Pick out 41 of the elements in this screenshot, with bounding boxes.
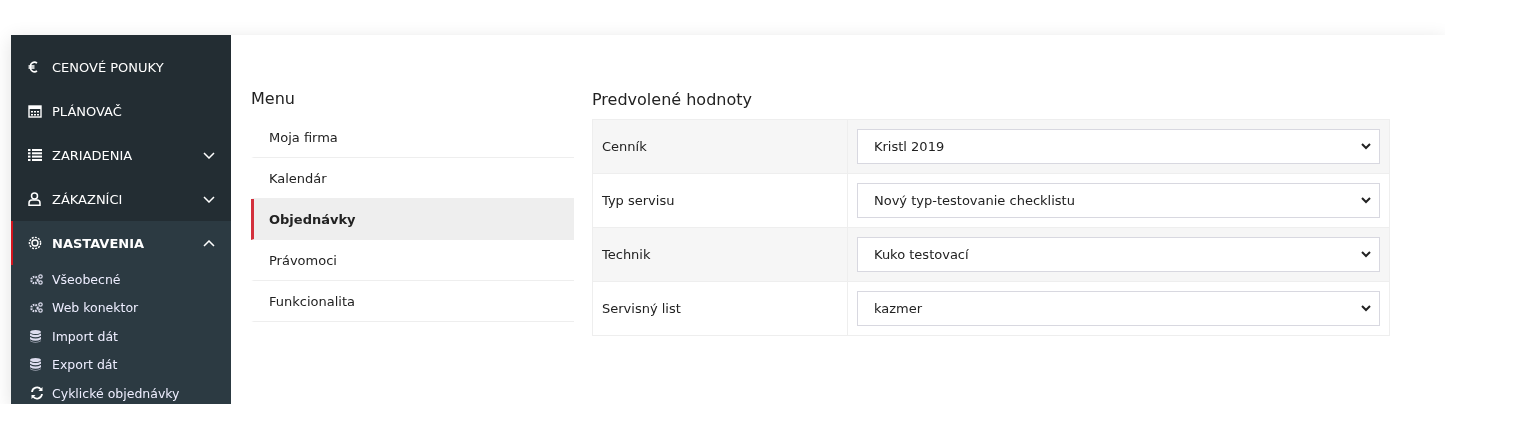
menu-item[interactable]: Právomoci — [251, 240, 574, 281]
database-icon — [30, 358, 41, 372]
list-icon — [28, 149, 42, 161]
chevron-icon — [203, 195, 215, 203]
caret-icon — [1361, 143, 1371, 150]
menu-item[interactable]: Funkcionalita — [251, 281, 574, 322]
menu-item[interactable]: Moja firma — [251, 117, 574, 158]
sidebar-item[interactable]: CENOVÉ PONUKY — [11, 45, 231, 89]
euro-icon — [28, 61, 38, 73]
calendar-icon — [28, 104, 42, 118]
field-label: Cenník — [593, 120, 848, 173]
sidebar-item[interactable]: ZÁKAZNÍCI — [11, 177, 231, 221]
refresh-icon — [30, 386, 44, 401]
gears-icon — [30, 273, 43, 285]
caret-icon — [1361, 305, 1371, 312]
field-label: Servisný list — [593, 282, 848, 335]
select-field[interactable]: kazmer — [857, 291, 1380, 326]
field-label: Typ servisu — [593, 174, 848, 227]
sidebar-subitem[interactable]: Web konektor — [11, 293, 231, 322]
sidebar-item[interactable]: NASTAVENIA — [11, 221, 231, 265]
select-field[interactable]: Nový typ-testovanie checklistu — [857, 183, 1380, 218]
chevron-icon — [203, 239, 215, 247]
sidebar-subitem[interactable]: Všeobecné — [11, 265, 231, 294]
caret-icon — [1361, 197, 1371, 204]
field-label: Technik — [593, 228, 848, 281]
gear-icon — [28, 236, 42, 250]
sidebar-item[interactable]: PLÁNOVAČ — [11, 89, 231, 133]
caret-icon — [1361, 251, 1371, 258]
sidebar-subitem[interactable]: Import dát — [11, 322, 231, 351]
gears-icon — [30, 302, 43, 314]
select-field[interactable]: Kuko testovací — [857, 237, 1380, 272]
menu-title: Menu — [251, 89, 295, 109]
chevron-icon — [203, 151, 215, 159]
menu-item[interactable]: Objednávky — [251, 199, 574, 240]
user-icon — [28, 192, 41, 206]
sidebar-subitem[interactable]: Export dát — [11, 350, 231, 379]
sidebar-subitem[interactable]: Cyklické objednávky — [11, 379, 231, 404]
section-title: Predvolené hodnoty — [592, 89, 752, 111]
database-icon — [30, 329, 41, 343]
select-field[interactable]: Kristl 2019 — [857, 129, 1380, 164]
sidebar-item[interactable]: ZARIADENIA — [11, 133, 231, 177]
